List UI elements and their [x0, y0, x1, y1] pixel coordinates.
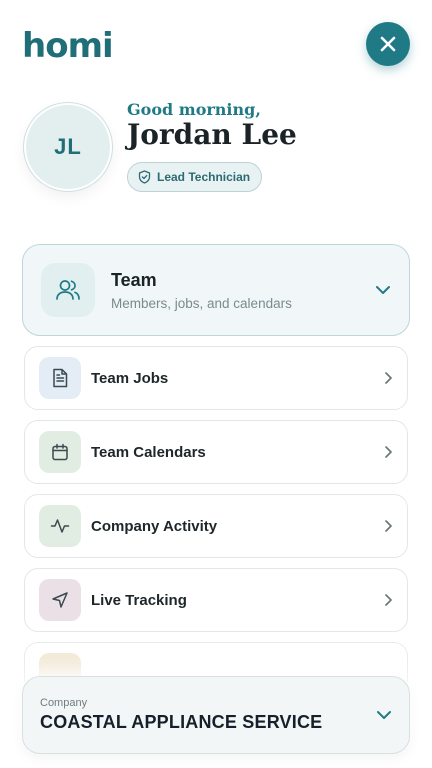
menu-icon-tile — [39, 579, 81, 621]
shield-check-icon — [138, 170, 151, 184]
close-button[interactable] — [366, 22, 410, 66]
calendar-icon — [52, 443, 68, 461]
role-badge: Lead Technician — [127, 162, 263, 192]
company-name: COASTAL APPLIANCE SERVICE — [40, 712, 323, 732]
menu-item-label: Team Calendars — [91, 443, 206, 461]
team-section-toggle[interactable]: Team Members, jobs, and calendars — [22, 244, 410, 336]
team-subtitle: Members, jobs, and calendars — [111, 295, 292, 311]
chevron-right-icon — [385, 594, 392, 606]
chevron-down-icon — [377, 711, 391, 719]
chevron-right-icon — [385, 446, 392, 458]
menu-icon-tile — [39, 357, 81, 399]
homi-logo: homi — [22, 26, 114, 66]
menu-item-live-tracking[interactable]: Live Tracking — [24, 568, 408, 632]
chevron-right-icon — [385, 372, 392, 384]
menu-item-company-activity[interactable]: Company Activity — [24, 494, 408, 558]
company-selector[interactable]: Company COASTAL APPLIANCE SERVICE — [22, 676, 410, 754]
chevron-down-icon — [376, 286, 390, 294]
navigation-icon — [52, 592, 68, 608]
menu-icon-tile — [39, 431, 81, 473]
company-label: Company — [40, 697, 88, 709]
avatar: JL — [24, 103, 112, 191]
menu-item-label: Team Jobs — [91, 369, 169, 387]
menu-icon-tile — [39, 505, 81, 547]
role-label: Lead Technician — [157, 170, 251, 184]
document-icon — [53, 368, 68, 388]
team-icon-tile — [41, 263, 95, 317]
greeting-text: Good morning, — [127, 100, 261, 119]
team-title: Team — [111, 269, 157, 290]
users-icon — [56, 280, 80, 300]
menu-item-label: Company Activity — [91, 517, 218, 535]
chevron-right-icon — [385, 520, 392, 532]
user-name: Jordan Lee — [127, 118, 297, 151]
avatar-initials: JL — [54, 134, 82, 159]
activity-icon — [50, 519, 70, 533]
menu-item-label: Live Tracking — [91, 591, 187, 609]
menu-item-team-jobs[interactable]: Team Jobs — [24, 346, 408, 410]
close-icon — [380, 36, 396, 52]
menu-item-team-calendars[interactable]: Team Calendars — [24, 420, 408, 484]
